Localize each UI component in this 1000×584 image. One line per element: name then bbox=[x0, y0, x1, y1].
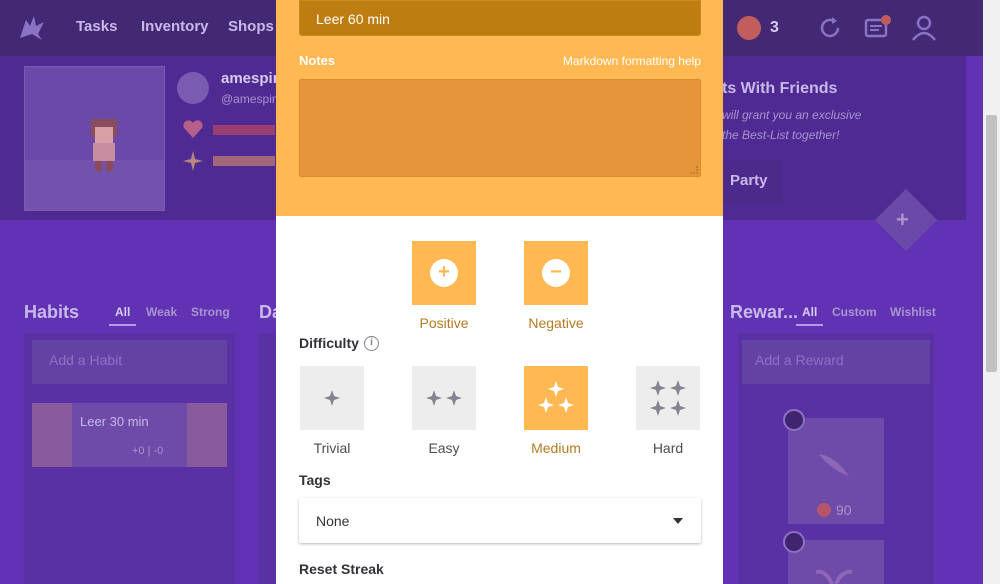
fab-plus-icon: + bbox=[896, 207, 909, 232]
dailies-column bbox=[259, 333, 276, 584]
class-icon bbox=[177, 72, 209, 104]
nav-shops[interactable]: Shops bbox=[228, 18, 274, 35]
positive-toggle[interactable]: + bbox=[412, 241, 476, 305]
character-handle: @amespin bbox=[221, 92, 279, 106]
difficulty-easy[interactable] bbox=[412, 366, 476, 430]
reward-feather-icon bbox=[819, 454, 849, 476]
health-heart-icon bbox=[183, 120, 203, 138]
gem-icon bbox=[737, 16, 761, 40]
difficulty-trivial-label: Trivial bbox=[313, 440, 351, 456]
difficulty-hard[interactable] bbox=[636, 366, 700, 430]
habits-filter-weak[interactable]: Weak bbox=[146, 305, 177, 319]
difficulty-medium[interactable] bbox=[524, 366, 588, 430]
add-reward-placeholder: Add a Reward bbox=[755, 352, 844, 368]
tags-selected-value: None bbox=[316, 513, 350, 529]
habit-text: Leer 30 min bbox=[80, 414, 149, 429]
difficulty-trivial[interactable] bbox=[300, 366, 364, 430]
rewards-filter-all[interactable]: All bbox=[796, 305, 824, 326]
reward-wings-icon bbox=[815, 569, 853, 584]
minus-icon: − bbox=[542, 259, 570, 287]
party-promo-line-2: the Best-List together! bbox=[722, 128, 840, 142]
markdown-help-link[interactable]: Markdown formatting help bbox=[563, 54, 701, 68]
habit-minus-button[interactable] bbox=[187, 403, 227, 467]
reward-pin-icon bbox=[783, 409, 805, 431]
edit-habit-modal: Leer 60 min Notes Markdown formatting he… bbox=[276, 0, 723, 584]
resize-grip-icon[interactable] bbox=[690, 166, 698, 174]
medium-stars-icon bbox=[538, 381, 574, 413]
party-promo-title: ts With Friends bbox=[722, 80, 838, 97]
rewards-title: Rewar... bbox=[730, 302, 799, 322]
task-title-input[interactable]: Leer 60 min bbox=[299, 0, 701, 36]
difficulty-label: Difficulty bbox=[299, 335, 359, 351]
plus-icon: + bbox=[430, 259, 458, 287]
experience-bar bbox=[213, 156, 275, 166]
nav-tasks[interactable]: Tasks bbox=[76, 18, 117, 35]
difficulty-hard-label: Hard bbox=[652, 440, 684, 456]
character-name: amespin bbox=[221, 70, 282, 87]
notifications-icon[interactable] bbox=[864, 14, 892, 42]
habits-title: Habits bbox=[24, 302, 80, 322]
tags-label: Tags bbox=[299, 472, 331, 488]
gold-coin-icon bbox=[817, 503, 831, 517]
avatar[interactable] bbox=[24, 66, 165, 211]
page-scrollbar-thumb[interactable] bbox=[986, 115, 997, 372]
habit-score: +0 | -0 bbox=[132, 445, 164, 457]
reset-streak-label: Reset Streak bbox=[299, 561, 384, 577]
add-habit-placeholder: Add a Habit bbox=[49, 352, 123, 368]
reward-price: 90 bbox=[836, 502, 852, 518]
nav-inventory[interactable]: Inventory bbox=[141, 18, 209, 35]
sync-icon[interactable] bbox=[816, 14, 844, 42]
notes-textarea[interactable] bbox=[299, 79, 701, 177]
negative-toggle[interactable]: − bbox=[524, 241, 588, 305]
difficulty-easy-label: Easy bbox=[428, 440, 460, 456]
habit-plus-button[interactable] bbox=[32, 403, 72, 467]
party-promo-line-1: will grant you an exclusive bbox=[722, 108, 862, 122]
avatar-character-icon bbox=[91, 119, 117, 171]
trivial-star-icon bbox=[324, 390, 340, 406]
positive-label: Positive bbox=[419, 315, 469, 331]
negative-label: Negative bbox=[528, 315, 584, 331]
chevron-down-icon bbox=[673, 518, 683, 524]
user-profile-icon[interactable] bbox=[910, 14, 938, 42]
habitica-logo-icon[interactable] bbox=[16, 12, 48, 44]
health-bar bbox=[213, 125, 275, 135]
modal-header: Leer 60 min Notes Markdown formatting he… bbox=[276, 0, 723, 216]
habits-filter-all[interactable]: All bbox=[109, 305, 137, 326]
habits-filter-strong[interactable]: Strong bbox=[191, 305, 230, 319]
reward-pin-icon-2 bbox=[783, 531, 805, 553]
experience-star-icon bbox=[183, 151, 203, 171]
hard-stars-icon bbox=[650, 380, 686, 416]
party-button[interactable]: Party bbox=[722, 160, 782, 204]
difficulty-medium-label: Medium bbox=[531, 440, 581, 456]
notes-label: Notes bbox=[299, 53, 336, 68]
gems-count: 3 bbox=[770, 19, 779, 36]
rewards-filter-wishlist[interactable]: Wishlist bbox=[890, 305, 936, 319]
rewards-filter-custom[interactable]: Custom bbox=[832, 305, 877, 319]
info-icon[interactable]: i bbox=[364, 336, 379, 351]
easy-stars-icon bbox=[426, 390, 462, 406]
tags-select[interactable]: None bbox=[299, 498, 701, 543]
